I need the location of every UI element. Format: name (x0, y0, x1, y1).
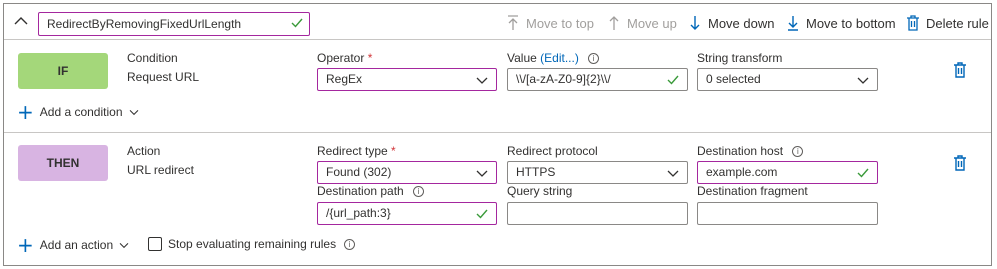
operator-label: Operator * (317, 51, 372, 65)
rule-header: RedirectByRemovingFixedUrlLength Move to… (4, 4, 991, 40)
stop-evaluating-checkbox[interactable] (148, 237, 162, 251)
operator-label-text: Operator (317, 51, 365, 65)
plus-icon: + (17, 100, 34, 124)
value-label: Value (Edit...) i (507, 51, 600, 65)
redirect-type-value: Found (302) (326, 165, 392, 179)
delete-rule-label: Delete rule (926, 15, 989, 31)
value-edit-link[interactable]: (Edit...) (540, 51, 579, 65)
string-transform-dropdown[interactable]: 0 selected (697, 68, 878, 91)
move-down-button[interactable]: Move down (688, 13, 774, 33)
destination-path-input[interactable]: /{url_path:3} (317, 202, 497, 225)
string-transform-value: 0 selected (706, 72, 761, 86)
destination-path-label-text: Destination path (317, 184, 404, 198)
redirect-type-dropdown[interactable]: Found (302) (317, 161, 497, 184)
chevron-up-icon[interactable] (14, 15, 28, 27)
destination-fragment-input[interactable] (697, 202, 878, 225)
then-badge: THEN (18, 145, 108, 181)
add-action-label: Add an action (39, 238, 114, 252)
chevron-down-icon (119, 243, 129, 249)
value-input[interactable]: \\/[a-zA-Z0-9]{2}\\/ (507, 68, 688, 91)
stop-evaluating-checkbox-row[interactable]: Stop evaluating remaining rules i (148, 237, 356, 251)
move-to-bottom-label: Move to bottom (806, 15, 896, 31)
info-icon[interactable]: i (413, 186, 425, 197)
plus-icon: + (17, 233, 34, 257)
destination-host-label: Destination host i (697, 144, 804, 158)
chevron-down-icon (667, 170, 679, 177)
operator-value: RegEx (326, 72, 363, 86)
string-transform-label: String transform (697, 51, 783, 65)
rule-name-input[interactable]: RedirectByRemovingFixedUrlLength (38, 12, 310, 36)
chevron-down-icon (476, 170, 488, 177)
redirect-type-label-text: Redirect type (317, 144, 388, 158)
condition-type: Request URL (127, 70, 200, 84)
then-badge-label: THEN (46, 156, 80, 170)
checkmark-icon (291, 18, 303, 28)
checkmark-icon (857, 168, 869, 178)
info-icon[interactable]: i (588, 53, 600, 64)
destination-host-input[interactable]: example.com (697, 161, 878, 184)
action-heading: Action (127, 144, 161, 158)
arrow-up-icon (609, 16, 619, 30)
section-divider (4, 132, 991, 133)
condition-heading: Condition (127, 51, 178, 65)
destination-host-value: example.com (706, 165, 778, 179)
add-condition-label: Add a condition (39, 105, 123, 119)
arrow-to-top-icon (508, 15, 518, 30)
move-up-button[interactable]: Move up (607, 13, 677, 33)
rule-panel: RedirectByRemovingFixedUrlLength Move to… (3, 3, 992, 266)
info-icon[interactable]: i (344, 238, 356, 250)
action-type: URL redirect (127, 163, 194, 177)
required-asterisk: * (367, 51, 373, 65)
redirect-protocol-dropdown[interactable]: HTTPS (507, 161, 688, 184)
query-string-input[interactable] (507, 202, 688, 225)
chevron-down-icon (129, 110, 138, 116)
query-string-label: Query string (507, 184, 573, 198)
destination-path-label: Destination path i (317, 184, 425, 198)
chevron-down-icon (476, 77, 488, 84)
operator-dropdown[interactable]: RegEx (317, 68, 497, 91)
redirect-protocol-value: HTTPS (516, 165, 556, 179)
chevron-down-icon (857, 77, 869, 84)
value-text: \\/[a-zA-Z0-9]{2}\\/ (516, 72, 611, 86)
delete-action-trash-icon[interactable] (953, 155, 967, 171)
required-asterisk: * (391, 144, 396, 158)
trash-icon (907, 15, 919, 31)
delete-condition-trash-icon[interactable] (953, 62, 967, 78)
move-to-top-label: Move to top (526, 15, 594, 31)
move-to-top-button[interactable]: Move to top (506, 13, 594, 33)
if-badge-label: IF (57, 64, 69, 78)
move-up-label: Move up (627, 15, 677, 31)
move-down-label: Move down (708, 15, 775, 31)
delete-rule-button[interactable]: Delete rule (906, 13, 989, 33)
add-condition-button[interactable]: + Add a condition (17, 102, 139, 122)
destination-fragment-label: Destination fragment (697, 184, 808, 198)
destination-path-value: /{url_path:3} (326, 206, 391, 220)
checkmark-icon (667, 75, 679, 85)
redirect-type-label: Redirect type * (317, 144, 396, 158)
move-to-bottom-button[interactable]: Move to bottom (786, 13, 896, 33)
stop-evaluating-label: Stop evaluating remaining rules (168, 237, 337, 251)
if-badge: IF (18, 53, 108, 89)
add-action-button[interactable]: + Add an action (17, 235, 129, 255)
checkmark-icon (476, 209, 488, 219)
rule-name-value: RedirectByRemovingFixedUrlLength (47, 17, 242, 31)
info-icon[interactable]: i (792, 146, 804, 157)
redirect-protocol-label: Redirect protocol (507, 144, 598, 158)
value-label-text: Value (507, 51, 537, 65)
arrow-down-icon (690, 16, 700, 30)
arrow-to-bottom-icon (788, 16, 798, 31)
destination-host-label-text: Destination host (697, 144, 784, 158)
